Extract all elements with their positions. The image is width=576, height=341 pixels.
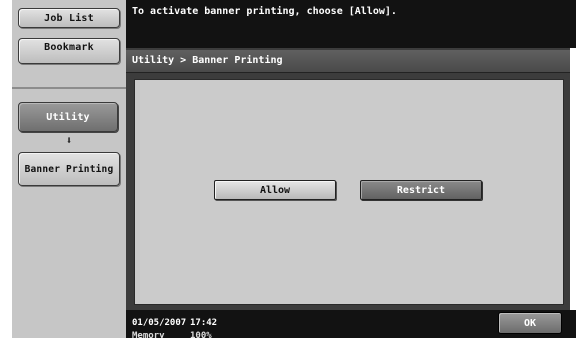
message-bar: To activate banner printing, choose [All… xyxy=(126,0,576,48)
instruction-message: To activate banner printing, choose [All… xyxy=(132,6,397,17)
main-panel: Utility > Banner Printing Allow Restrict xyxy=(126,48,570,310)
banner-printing-nav-button[interactable]: Banner Printing xyxy=(18,152,120,186)
restrict-button[interactable]: Restrict xyxy=(360,180,482,200)
left-navigation-panel: Job List Bookmark Utility ⬇ Banner Print… xyxy=(12,0,126,338)
copier-control-panel: Job List Bookmark Utility ⬇ Banner Print… xyxy=(0,0,576,341)
down-arrow-icon: ⬇ xyxy=(65,134,73,147)
status-bar: 01/05/2007 17:42 Memory 100% OK xyxy=(126,310,576,341)
allow-button[interactable]: Allow xyxy=(214,180,336,200)
job-list-button[interactable]: Job List xyxy=(18,8,120,28)
breadcrumb: Utility > Banner Printing xyxy=(132,55,283,66)
settings-content-area: Allow Restrict xyxy=(134,79,564,305)
breadcrumb-bar: Utility > Banner Printing xyxy=(126,50,570,73)
utility-nav-button[interactable]: Utility xyxy=(18,102,118,132)
ok-button[interactable]: OK xyxy=(498,312,562,334)
memory-label: Memory xyxy=(132,331,165,341)
bookmark-button[interactable]: Bookmark xyxy=(18,38,120,64)
memory-value: 100% xyxy=(190,331,212,341)
status-time: 17:42 xyxy=(190,318,218,328)
status-date: 01/05/2007 xyxy=(132,318,187,328)
panel-divider xyxy=(12,87,126,89)
